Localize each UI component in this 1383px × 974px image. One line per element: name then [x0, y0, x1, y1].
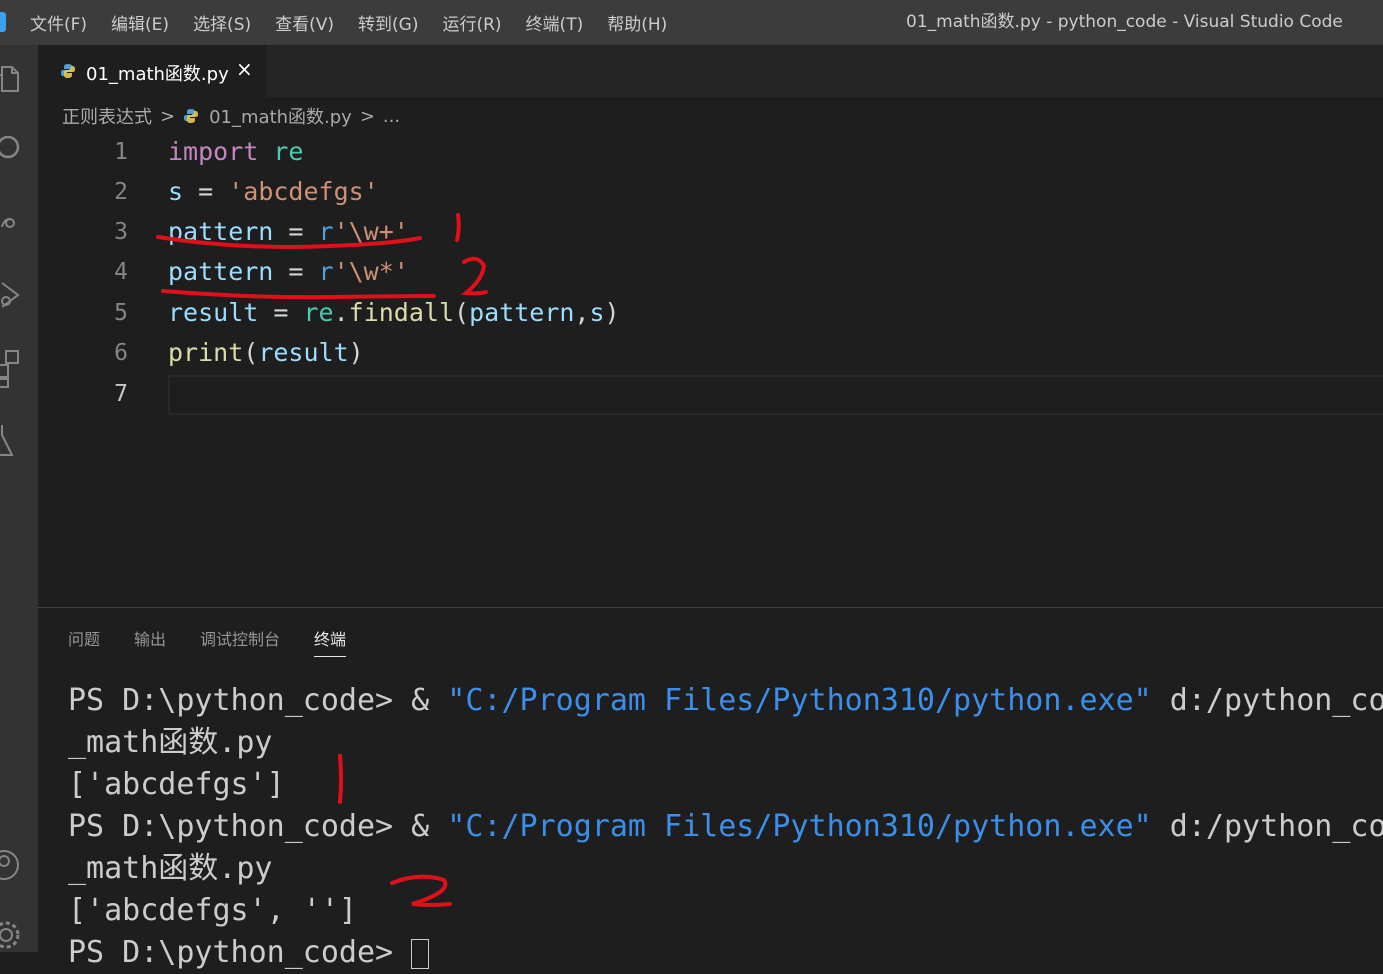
menu-go[interactable]: 转到(G) [358, 10, 418, 35]
code-line: 2 s = 'abcdefgs' [38, 172, 1383, 212]
line-number: 4 [114, 259, 128, 285]
line-number: 5 [114, 300, 128, 326]
vscode-logo-icon [0, 12, 6, 32]
menu-file[interactable]: 文件(F) [30, 10, 87, 35]
code-line: 5 result = re.findall(pattern,s) [38, 293, 1383, 333]
menu-selection[interactable]: 选择(S) [193, 10, 251, 35]
terminal-cursor [411, 938, 430, 969]
code-line: 7 [38, 374, 1383, 414]
menu-edit[interactable]: 编辑(E) [111, 10, 169, 35]
extensions-icon[interactable] [0, 345, 38, 389]
code-text: print(result) [168, 338, 364, 367]
menu-view[interactable]: 查看(V) [275, 10, 334, 35]
code-line: 3 pattern = r'\w+' [38, 212, 1383, 252]
line-number: 7 [114, 381, 128, 407]
source-control-icon[interactable] [0, 201, 38, 241]
breadcrumb: 正则表达式 > 01_math函数.py > ... [62, 103, 400, 129]
line-number: 3 [114, 219, 128, 245]
close-icon[interactable]: × [236, 57, 253, 81]
code-line: 1 import re [38, 132, 1383, 172]
code-text: import re [168, 137, 304, 166]
testing-icon[interactable] [0, 421, 38, 461]
line-number: 2 [114, 179, 128, 205]
terminal-output: ['abcdefgs'] [68, 767, 285, 802]
breadcrumb-more[interactable]: ... [383, 106, 400, 127]
menu-help[interactable]: 帮助(H) [607, 10, 667, 35]
python-file-icon [184, 109, 199, 123]
panel-divider [38, 607, 1383, 608]
search-icon[interactable] [0, 129, 38, 169]
terminal[interactable]: PS D:\python_code> & "C:/Program Files/P… [68, 680, 1383, 974]
tab-problems[interactable]: 问题 [68, 626, 100, 657]
menu-run[interactable]: 运行(R) [442, 10, 501, 35]
line-number: 6 [114, 340, 128, 366]
breadcrumb-folder[interactable]: 正则表达式 [62, 103, 152, 129]
code-line: 4 pattern = r'\w*' [38, 252, 1383, 292]
chevron-right-icon: > [359, 105, 375, 127]
terminal-line: PS D:\python_code> & "C:/Program Files/P… [68, 683, 1383, 718]
terminal-line: PS D:\python_code> & "C:/Program Files/P… [68, 809, 1383, 844]
activity-bar [0, 45, 38, 952]
tab-terminal[interactable]: 终端 [314, 626, 347, 657]
run-debug-icon[interactable] [0, 275, 38, 315]
menu-bar: 文件(F) 编辑(E) 选择(S) 查看(V) 转到(G) 运行(R) 终端(T… [30, 0, 691, 45]
tab-output[interactable]: 输出 [134, 626, 166, 657]
terminal-line: _math函数.py [68, 725, 273, 760]
explorer-icon[interactable] [0, 61, 38, 101]
code-text: pattern = r'\w+' [168, 217, 409, 246]
terminal-line: PS D:\python_code> [68, 932, 1383, 974]
breadcrumb-file[interactable]: 01_math函数.py [209, 103, 352, 129]
terminal-output: ['abcdefgs', ''] [68, 893, 357, 928]
code-text: s = 'abcdefgs' [168, 177, 379, 206]
code-text: result = re.findall(pattern,s) [168, 298, 620, 327]
settings-gear-icon[interactable] [0, 913, 38, 953]
code-editor[interactable]: 1 import re 2 s = 'abcdefgs' 3 pattern =… [38, 130, 1383, 608]
terminal-line: _math函数.py [68, 851, 273, 886]
account-icon[interactable] [0, 845, 38, 885]
line-number: 1 [114, 139, 128, 165]
code-text: pattern = r'\w*' [168, 257, 409, 286]
chevron-right-icon: > [160, 105, 176, 127]
menu-terminal[interactable]: 终端(T) [526, 10, 584, 35]
tab-debug-console[interactable]: 调试控制台 [200, 626, 280, 657]
python-file-icon [61, 64, 75, 78]
tab-label: 01_math函数.py [86, 64, 229, 85]
panel-tabs: 问题 输出 调试控制台 终端 [68, 626, 380, 657]
code-line: 6 print(result) [38, 333, 1383, 373]
tab-01-math[interactable]: 01_math函数.py × [38, 45, 266, 97]
window-title: 01_math函数.py - python_code - Visual Stud… [906, 12, 1343, 32]
tab-bar: 01_math函数.py × [38, 45, 1383, 97]
title-bar: 文件(F) 编辑(E) 选择(S) 查看(V) 转到(G) 运行(R) 终端(T… [0, 0, 1383, 45]
